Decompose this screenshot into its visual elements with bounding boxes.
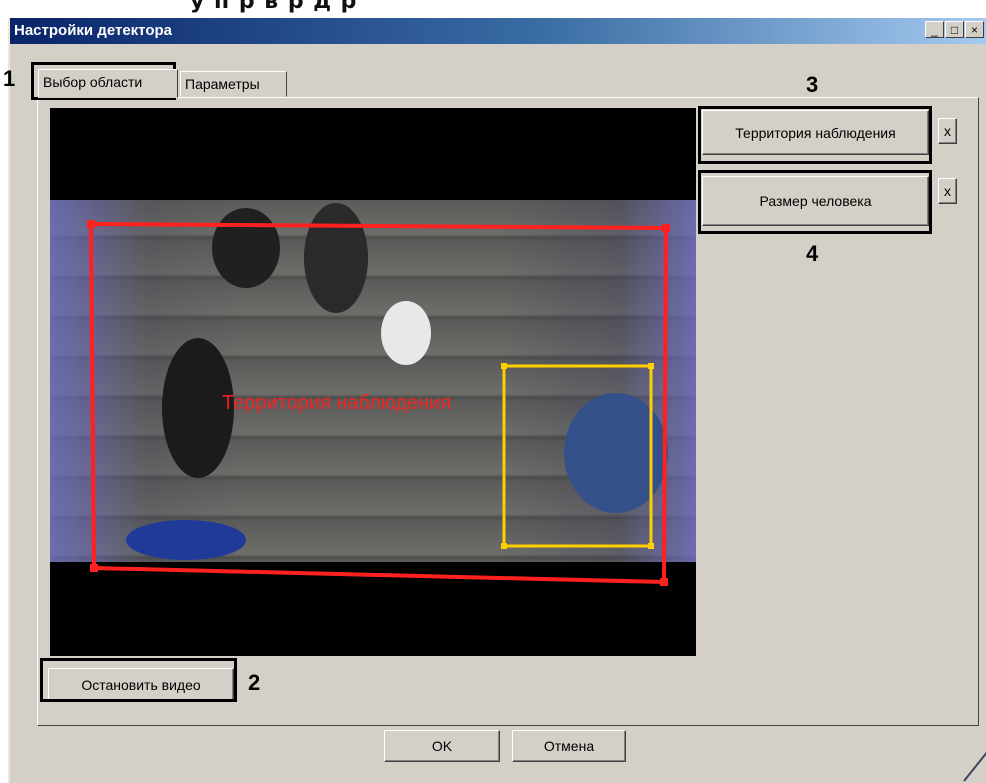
callout-box-stop — [40, 658, 237, 702]
video-preview[interactable]: Территория наблюдения — [50, 108, 696, 656]
zone-handle[interactable] — [87, 220, 95, 228]
tab-label: Выбор области — [43, 74, 143, 90]
callout-number: 1 — [3, 66, 16, 91]
zone-handle[interactable] — [90, 564, 98, 572]
callout-box-size — [698, 170, 932, 234]
minimize-button[interactable]: _ — [925, 21, 944, 38]
callout-number: 2 — [248, 670, 261, 695]
callout-number: 4 — [806, 241, 819, 266]
close-icon: x — [944, 123, 951, 139]
zone-label: Территория наблюдения — [222, 392, 452, 414]
person-figure — [212, 208, 280, 288]
callout-number: 3 — [806, 72, 819, 97]
overlay-layer — [87, 203, 670, 586]
zone-handle[interactable] — [660, 578, 668, 586]
resize-grip-icon[interactable] — [960, 743, 986, 783]
button-label: OK — [431, 738, 453, 754]
remove-person-size-button[interactable]: x — [938, 178, 957, 204]
size-handle[interactable] — [501, 543, 507, 549]
close-icon: × — [970, 22, 978, 37]
tab-label: Параметры — [185, 76, 260, 92]
cancel-button[interactable]: Отмена — [512, 730, 626, 762]
maximize-button[interactable]: □ — [945, 21, 964, 38]
maximize-icon: □ — [950, 22, 959, 37]
size-handle[interactable] — [648, 543, 654, 549]
remove-observation-zone-button[interactable]: x — [938, 118, 957, 144]
bag-figure — [381, 301, 431, 365]
size-handle[interactable] — [648, 363, 654, 369]
window-title: Настройки детектора — [14, 22, 172, 39]
title-bar[interactable]: Настройки детектора _ □ × — [10, 18, 986, 44]
ok-button[interactable]: OK — [384, 730, 500, 762]
minimize-icon: _ — [931, 22, 938, 37]
cropped-header-text: у п р в р д р — [0, 0, 986, 18]
close-icon: x — [944, 183, 951, 199]
tab-area-selection[interactable]: Выбор области — [38, 69, 178, 98]
size-handle[interactable] — [501, 363, 507, 369]
tab-parameters[interactable]: Параметры — [180, 71, 287, 97]
button-label: Отмена — [543, 738, 595, 754]
person-figure — [126, 520, 246, 560]
zone-handle[interactable] — [662, 224, 670, 232]
person-figure — [304, 203, 368, 313]
close-button[interactable]: × — [965, 21, 984, 38]
callout-box-zone — [698, 106, 932, 164]
